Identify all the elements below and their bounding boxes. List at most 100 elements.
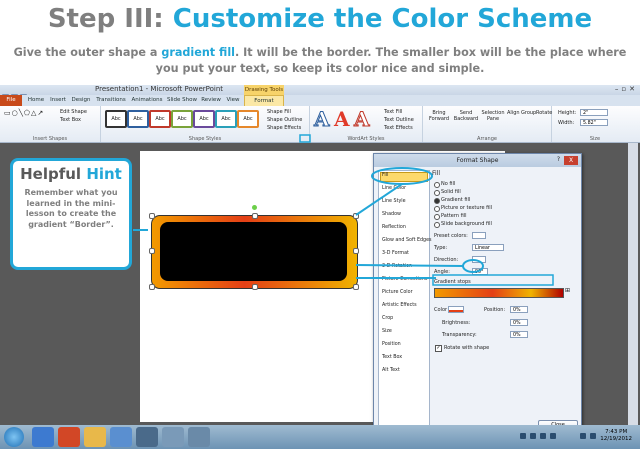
clock[interactable]: 7:43 PM 12/19/2012 bbox=[600, 429, 632, 443]
preset-colors-dropdown[interactable] bbox=[472, 232, 486, 239]
folder-icon[interactable] bbox=[84, 427, 106, 447]
radio-solid-fill[interactable] bbox=[434, 190, 440, 196]
quick-access-toolbar[interactable] bbox=[2, 86, 38, 101]
start-button-icon[interactable] bbox=[4, 427, 24, 447]
shape-effects-button[interactable]: Shape Effects bbox=[267, 125, 301, 131]
category-item[interactable]: Position bbox=[382, 342, 401, 347]
category-item[interactable]: Text Box bbox=[382, 355, 402, 360]
tab-animations[interactable]: Animations bbox=[130, 95, 164, 106]
tab-home[interactable]: Home bbox=[26, 95, 46, 106]
style-swatch[interactable]: Abc bbox=[171, 110, 193, 128]
wordart-style[interactable]: A bbox=[354, 107, 371, 132]
tab-format[interactable]: Format bbox=[244, 95, 284, 106]
style-swatch[interactable]: Abc bbox=[237, 110, 259, 128]
group-button[interactable]: Group bbox=[521, 110, 536, 116]
text-box-button[interactable]: Text Box bbox=[60, 117, 81, 123]
volume-icon[interactable] bbox=[580, 433, 586, 439]
height-input[interactable]: 2" bbox=[580, 109, 608, 116]
radio-gradient-fill[interactable] bbox=[434, 198, 440, 204]
style-swatch[interactable]: Abc bbox=[215, 110, 237, 128]
radio-picture-fill[interactable] bbox=[434, 206, 440, 212]
resize-handle[interactable] bbox=[353, 213, 359, 219]
category-item[interactable]: Crop bbox=[382, 316, 393, 321]
network-icon[interactable] bbox=[590, 433, 596, 439]
shape-fill-button[interactable]: Shape Fill bbox=[267, 109, 291, 115]
angle-input[interactable]: 90° bbox=[472, 268, 488, 275]
help-icon[interactable]: ? bbox=[557, 156, 560, 163]
wordart-style[interactable]: A bbox=[314, 107, 331, 132]
category-item[interactable]: Line Color bbox=[382, 186, 406, 191]
direction-dropdown[interactable] bbox=[472, 256, 486, 263]
category-item[interactable]: Size bbox=[382, 329, 392, 334]
selection-pane-button[interactable]: Selection Pane bbox=[481, 110, 505, 122]
shapes-gallery[interactable]: ▭○╲⬠△↗ bbox=[4, 109, 44, 117]
add-stop-icon[interactable]: ⊞ bbox=[565, 287, 570, 294]
gradient-stops-bar[interactable] bbox=[434, 288, 564, 298]
shape-outline-button[interactable]: Shape Outline bbox=[267, 117, 302, 123]
style-swatch[interactable]: Abc bbox=[193, 110, 215, 128]
tray-icon[interactable] bbox=[520, 433, 526, 439]
tab-insert[interactable]: Insert bbox=[48, 95, 68, 106]
style-swatch[interactable]: Abc bbox=[149, 110, 171, 128]
rotate-with-shape-checkbox[interactable]: ✓ bbox=[435, 345, 442, 352]
resize-handle[interactable] bbox=[353, 284, 359, 290]
category-item[interactable]: Glow and Soft Edges bbox=[382, 238, 432, 243]
radio-pattern-fill[interactable] bbox=[434, 214, 440, 220]
style-swatch[interactable]: Abc bbox=[105, 110, 127, 128]
powerpoint-taskbar-icon[interactable] bbox=[58, 427, 80, 447]
category-item[interactable]: Shadow bbox=[382, 212, 401, 217]
tab-transitions[interactable]: Transitions bbox=[94, 95, 128, 106]
transparency-input[interactable]: 0% bbox=[510, 331, 528, 338]
category-item[interactable]: Fill bbox=[382, 173, 388, 178]
resize-handle[interactable] bbox=[149, 248, 155, 254]
tab-slide-show[interactable]: Slide Show bbox=[166, 95, 198, 106]
send-backward-button[interactable]: Send Backward bbox=[453, 110, 479, 122]
hp-icon[interactable] bbox=[110, 427, 132, 447]
width-input[interactable]: 5.82" bbox=[580, 119, 608, 126]
text-fill-button[interactable]: Text Fill bbox=[384, 109, 402, 115]
paint-icon[interactable] bbox=[162, 427, 184, 447]
resize-handle[interactable] bbox=[353, 248, 359, 254]
category-item[interactable]: Picture Corrections bbox=[382, 277, 427, 282]
wordart-style[interactable]: A bbox=[334, 107, 350, 131]
type-dropdown[interactable]: Linear bbox=[472, 244, 504, 251]
category-item[interactable]: Line Style bbox=[382, 199, 406, 204]
media-icon[interactable] bbox=[136, 427, 158, 447]
tab-review[interactable]: Review bbox=[200, 95, 222, 106]
edit-shape-button[interactable]: Edit Shape bbox=[60, 109, 87, 115]
radio-slide-background-fill[interactable] bbox=[434, 222, 440, 228]
category-item[interactable]: Alt Text bbox=[382, 368, 400, 373]
resize-handle[interactable] bbox=[149, 213, 155, 219]
internet-explorer-icon[interactable] bbox=[32, 427, 54, 447]
bring-forward-button[interactable]: Bring Forward bbox=[427, 110, 451, 122]
category-item[interactable]: Picture Color bbox=[382, 290, 413, 295]
text-effects-button[interactable]: Text Effects bbox=[384, 125, 413, 131]
tray-icon[interactable] bbox=[550, 433, 556, 439]
tray-icon[interactable] bbox=[540, 433, 546, 439]
category-item[interactable]: 3-D Format bbox=[382, 251, 409, 256]
resize-handle[interactable] bbox=[252, 213, 258, 219]
text-outline-button[interactable]: Text Outline bbox=[384, 117, 414, 123]
category-item[interactable]: Reflection bbox=[382, 225, 406, 230]
window-controls[interactable]: –▫✕ bbox=[615, 85, 638, 93]
tab-view[interactable]: View bbox=[224, 95, 242, 106]
align-button[interactable]: Align bbox=[507, 110, 520, 116]
category-item[interactable]: 3-D Rotation bbox=[382, 264, 412, 269]
tools-icon[interactable] bbox=[188, 427, 210, 447]
rounded-rectangle-inner[interactable] bbox=[160, 222, 347, 281]
category-item[interactable]: Artistic Effects bbox=[382, 303, 417, 308]
style-swatch[interactable]: Abc bbox=[127, 110, 149, 128]
close-icon[interactable]: X bbox=[564, 156, 578, 165]
stop-color-dropdown[interactable] bbox=[448, 306, 464, 313]
rotate-button[interactable]: Rotate bbox=[536, 110, 552, 116]
resize-handle[interactable] bbox=[252, 284, 258, 290]
brightness-input[interactable]: 0% bbox=[510, 319, 528, 326]
tab-file[interactable]: File bbox=[0, 95, 22, 106]
radio-no-fill[interactable] bbox=[434, 182, 440, 188]
rotation-handle[interactable] bbox=[252, 205, 257, 210]
vertical-scrollbar[interactable] bbox=[628, 143, 638, 439]
tray-icon[interactable] bbox=[530, 433, 536, 439]
tab-design[interactable]: Design bbox=[70, 95, 92, 106]
resize-handle[interactable] bbox=[149, 284, 155, 290]
stop-position-input[interactable]: 0% bbox=[510, 306, 528, 313]
